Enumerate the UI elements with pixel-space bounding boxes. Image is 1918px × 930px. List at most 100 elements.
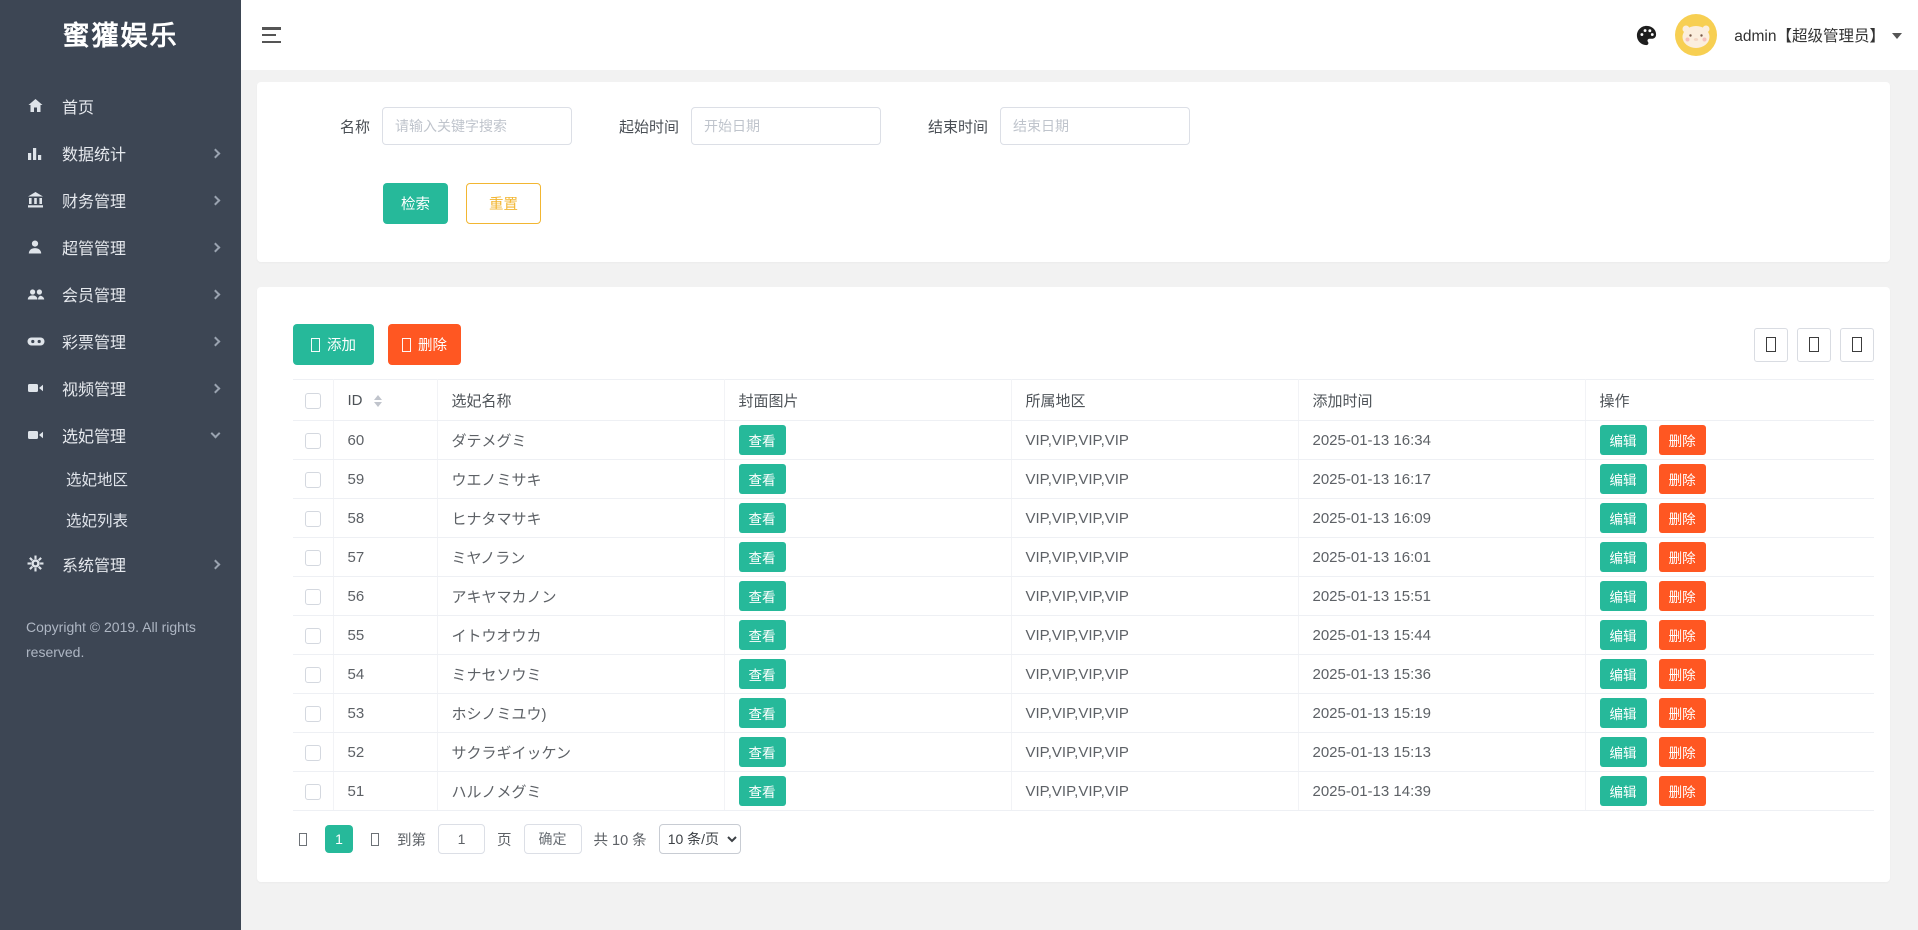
delete-button[interactable]: 删除	[1658, 776, 1706, 806]
page-size-select[interactable]: 10 条/页	[658, 824, 741, 854]
view-button[interactable]: 查看	[738, 425, 786, 455]
row-checkbox[interactable]	[304, 705, 321, 722]
delete-button[interactable]: 删除	[1658, 698, 1706, 728]
user-icon	[27, 239, 47, 255]
delete-button[interactable]: 删除	[1658, 620, 1706, 650]
name-input[interactable]	[382, 107, 573, 145]
cell-name: ハルノメグミ	[437, 771, 725, 811]
column-header-region: 所属地区	[1011, 379, 1299, 421]
edit-button[interactable]: 编辑	[1599, 503, 1647, 533]
delete-button[interactable]: 删除	[1658, 542, 1706, 572]
sidebar-item-members[interactable]: 会员管理	[0, 270, 241, 317]
end-date-input[interactable]	[1000, 107, 1191, 145]
row-checkbox[interactable]	[304, 783, 321, 800]
row-checkbox[interactable]	[304, 666, 321, 683]
sidebar-item-concubine-list[interactable]: 选妃列表	[0, 499, 241, 540]
palette-icon[interactable]	[1635, 24, 1658, 47]
caret-down-icon	[1892, 33, 1902, 39]
edit-button[interactable]: 编辑	[1599, 581, 1647, 611]
edit-button[interactable]: 编辑	[1599, 425, 1647, 455]
chevron-right-icon	[210, 559, 221, 569]
sidebar-item-finance[interactable]: 财务管理	[0, 176, 241, 223]
delete-selected-button[interactable]: 删除	[388, 324, 461, 365]
view-button[interactable]: 查看	[738, 776, 786, 806]
view-button[interactable]: 查看	[738, 620, 786, 650]
cell-id: 52	[333, 732, 438, 772]
sidebar-item-videos[interactable]: 视频管理	[0, 364, 241, 411]
delete-button[interactable]: 删除	[1658, 737, 1706, 767]
sidebar-item-concubine-region[interactable]: 选妃地区	[0, 458, 241, 499]
row-checkbox[interactable]	[304, 627, 321, 644]
row-checkbox[interactable]	[304, 510, 321, 527]
menu-toggle-icon[interactable]	[262, 27, 284, 43]
table-row: 57 ミヤノラン 查看 VIP,VIP,VIP,VIP 2025-01-13 1…	[293, 537, 1874, 577]
view-button[interactable]: 查看	[738, 542, 786, 572]
view-button[interactable]: 查看	[738, 581, 786, 611]
edit-button[interactable]: 编辑	[1599, 737, 1647, 767]
edit-button[interactable]: 编辑	[1599, 659, 1647, 689]
column-header-actions: 操作	[1585, 379, 1874, 421]
table-row: 56 アキヤマカノン 查看 VIP,VIP,VIP,VIP 2025-01-13…	[293, 576, 1874, 616]
cell-region: VIP,VIP,VIP,VIP	[1011, 537, 1299, 577]
view-button[interactable]: 查看	[738, 659, 786, 689]
sidebar-item-superadmin[interactable]: 超管管理	[0, 223, 241, 270]
cell-region: VIP,VIP,VIP,VIP	[1011, 459, 1299, 499]
user-menu[interactable]: admin【超级管理员】	[1734, 24, 1902, 46]
sidebar-item-statistics[interactable]: 数据统计	[0, 129, 241, 176]
cell-region: VIP,VIP,VIP,VIP	[1011, 693, 1299, 733]
chevron-right-icon	[210, 289, 221, 299]
view-button[interactable]: 查看	[738, 737, 786, 767]
edit-button[interactable]: 编辑	[1599, 698, 1647, 728]
edit-button[interactable]: 编辑	[1599, 776, 1647, 806]
reset-button[interactable]: 重置	[466, 183, 541, 224]
row-checkbox[interactable]	[304, 744, 321, 761]
row-checkbox[interactable]	[304, 549, 321, 566]
cell-time: 2025-01-13 15:36	[1298, 654, 1586, 694]
view-button[interactable]: 查看	[738, 464, 786, 494]
view-button[interactable]: 查看	[738, 698, 786, 728]
sort-icon[interactable]	[373, 394, 382, 407]
select-all-checkbox[interactable]	[304, 392, 321, 409]
table-tool-button-2[interactable]	[1797, 327, 1831, 362]
table-tool-button-3[interactable]	[1840, 327, 1874, 362]
delete-button[interactable]: 删除	[1658, 581, 1706, 611]
sidebar-item-lottery[interactable]: 彩票管理	[0, 317, 241, 364]
prev-page-button[interactable]	[293, 825, 313, 853]
next-page-button[interactable]	[365, 825, 385, 853]
delete-button[interactable]: 删除	[1658, 464, 1706, 494]
row-checkbox[interactable]	[304, 432, 321, 449]
table-row: 53 ホシノミユウ) 查看 VIP,VIP,VIP,VIP 2025-01-13…	[293, 693, 1874, 733]
sidebar-item-concubine[interactable]: 选妃管理	[0, 411, 241, 458]
sidebar-item-system[interactable]: 系统管理	[0, 540, 241, 587]
table-row: 51 ハルノメグミ 查看 VIP,VIP,VIP,VIP 2025-01-13 …	[293, 771, 1874, 811]
add-button[interactable]: 添加	[293, 324, 374, 365]
delete-button[interactable]: 删除	[1658, 659, 1706, 689]
sidebar-item-home[interactable]: 首页	[0, 82, 241, 129]
pagination: 1 到第 页 确定 共 10 条 10 条/页	[293, 824, 1874, 854]
table-panel: 添加 删除 ID 选妃名称 封面图片 所属地区 添加时间 操作 60 ダテメグミ…	[257, 287, 1890, 882]
edit-button[interactable]: 编辑	[1599, 542, 1647, 572]
avatar[interactable]	[1675, 14, 1718, 56]
edit-button[interactable]: 编辑	[1599, 620, 1647, 650]
start-date-input[interactable]	[691, 107, 882, 145]
cell-region: VIP,VIP,VIP,VIP	[1011, 615, 1299, 655]
search-button[interactable]: 检索	[383, 183, 448, 224]
table-tool-button-1[interactable]	[1754, 327, 1788, 362]
gamepad-icon	[27, 333, 47, 349]
confirm-page-button[interactable]: 确定	[523, 824, 582, 854]
cell-time: 2025-01-13 16:34	[1298, 420, 1586, 460]
sidebar-nav: 首页 数据统计 财务管理 超管管理 会员管理 彩票管理 视频管理 选妃管理 选妃…	[0, 82, 241, 587]
row-checkbox[interactable]	[304, 588, 321, 605]
cell-time: 2025-01-13 15:13	[1298, 732, 1586, 772]
goto-page-input[interactable]	[438, 824, 485, 854]
table-row: 59 ウエノミサキ 查看 VIP,VIP,VIP,VIP 2025-01-13 …	[293, 459, 1874, 499]
user-name: admin【超级管理员】	[1734, 28, 1885, 45]
end-time-label: 结束时间	[928, 118, 989, 136]
delete-button[interactable]: 删除	[1658, 503, 1706, 533]
view-button[interactable]: 查看	[738, 503, 786, 533]
page-1-button[interactable]: 1	[325, 825, 353, 853]
cell-id: 51	[333, 771, 438, 811]
row-checkbox[interactable]	[304, 471, 321, 488]
delete-button[interactable]: 删除	[1658, 425, 1706, 455]
edit-button[interactable]: 编辑	[1599, 464, 1647, 494]
